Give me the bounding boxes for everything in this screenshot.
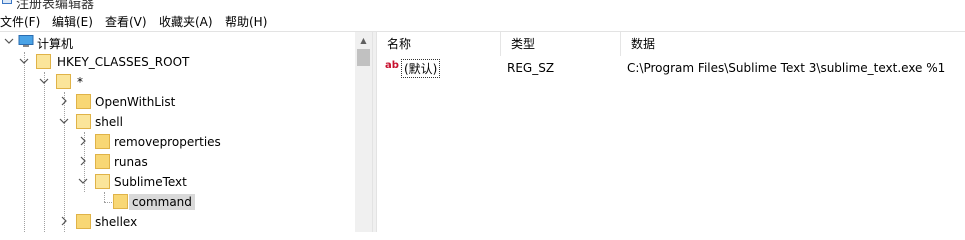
column-header-data[interactable]: 数据 xyxy=(621,32,965,56)
tree-label-runas: runas xyxy=(114,155,148,169)
table-row[interactable]: ab (默认) REG_SZ C:\Program Files\Sublime … xyxy=(377,58,965,78)
menu-edit[interactable]: 编辑(E) xyxy=(52,13,93,30)
tree-label-shellex: shellex xyxy=(95,215,138,229)
chevron-right-icon[interactable] xyxy=(59,216,69,226)
tree-node-star[interactable]: * xyxy=(0,72,350,92)
regedit-app-icon xyxy=(2,0,12,4)
folder-icon xyxy=(76,214,91,229)
tree-node-runas[interactable]: runas xyxy=(0,152,350,172)
value-list[interactable]: 名称 类型 数据 ab (默认) REG_SZ C:\Program Files… xyxy=(377,32,965,232)
value-data: C:\Program Files\Sublime Text 3\sublime_… xyxy=(627,61,946,75)
menu-view[interactable]: 查看(V) xyxy=(105,13,147,30)
scroll-thumb[interactable] xyxy=(357,49,370,66)
folder-icon xyxy=(95,154,110,169)
tree-label-shell: shell xyxy=(95,115,123,129)
value-name: (默认) xyxy=(401,59,441,78)
tree-node-shell[interactable]: shell xyxy=(0,112,350,132)
folder-open-icon xyxy=(95,174,110,189)
tree-label-removeproperties: removeproperties xyxy=(114,135,221,149)
chevron-right-icon[interactable] xyxy=(78,136,88,146)
menu-bar: 文件(F) 编辑(E) 查看(V) 收藏夹(A) 帮助(H) xyxy=(0,10,965,32)
column-header-type[interactable]: 类型 xyxy=(501,32,621,56)
chevron-down-icon[interactable] xyxy=(4,36,14,46)
menu-file[interactable]: 文件(F) xyxy=(0,13,40,30)
tree-node-computer[interactable]: 计算机 xyxy=(0,32,350,52)
chevron-down-icon[interactable] xyxy=(39,76,49,86)
chevron-down-icon[interactable] xyxy=(59,116,69,126)
tree-label-command: command xyxy=(129,194,195,210)
menu-favorites[interactable]: 收藏夹(A) xyxy=(159,13,213,30)
ab-string-icon: ab xyxy=(385,60,399,71)
menu-help[interactable]: 帮助(H) xyxy=(225,13,267,30)
tree-label-star: * xyxy=(77,75,83,89)
tree-label-sublimetext: SublimeText xyxy=(114,175,187,189)
computer-icon xyxy=(18,35,34,47)
tree-label-hkcr: HKEY_CLASSES_ROOT xyxy=(57,55,190,69)
tree-node-removeproperties[interactable]: removeproperties xyxy=(0,132,350,152)
tree-label-openwithlist: OpenWithList xyxy=(95,95,176,109)
tree-scrollbar[interactable]: ▲ xyxy=(355,32,372,232)
tree-label-computer: 计算机 xyxy=(37,37,74,51)
title-bar: 注册表编辑器 xyxy=(0,0,965,12)
folder-icon xyxy=(95,134,110,149)
folder-icon xyxy=(113,194,128,209)
tree-node-hkcr[interactable]: HKEY_CLASSES_ROOT xyxy=(0,52,350,72)
folder-open-icon xyxy=(36,54,51,69)
tree-node-sublimetext[interactable]: SublimeText xyxy=(0,172,350,192)
folder-open-icon xyxy=(76,114,91,129)
folder-icon xyxy=(76,94,91,109)
folder-open-icon xyxy=(56,74,71,89)
tree-node-command[interactable]: command xyxy=(0,192,350,212)
tree-node-shellex[interactable]: shellex xyxy=(0,212,350,232)
chevron-right-icon[interactable] xyxy=(78,156,88,166)
chevron-right-icon[interactable] xyxy=(59,96,69,106)
tree-node-openwithlist[interactable]: OpenWithList xyxy=(0,92,350,112)
value-type: REG_SZ xyxy=(507,61,555,75)
chevron-down-icon[interactable] xyxy=(78,176,88,186)
chevron-down-icon[interactable] xyxy=(19,56,29,66)
column-header-name[interactable]: 名称 xyxy=(377,32,501,56)
scroll-up-arrow-icon[interactable]: ▲ xyxy=(355,32,372,49)
registry-tree[interactable]: 计算机 HKEY_CLASSES_ROOT * OpenWithList she… xyxy=(0,32,372,232)
